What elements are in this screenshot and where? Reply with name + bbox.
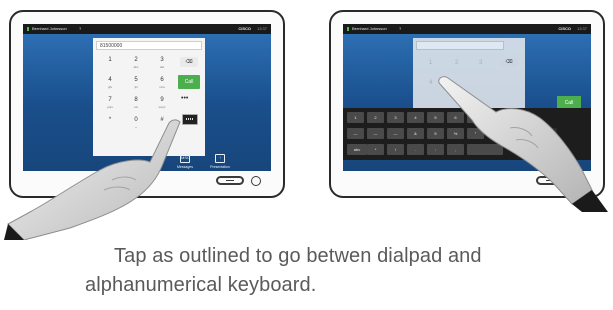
number-input-field[interactable] xyxy=(416,41,504,50)
pointing-hand-right-illustration xyxy=(438,76,608,212)
backspace-button[interactable]: ⌫ xyxy=(180,57,198,67)
key-digit: 4 xyxy=(108,77,112,83)
brand-logo: CISCO xyxy=(238,26,251,31)
backspace-button[interactable]: ⌫ xyxy=(500,57,518,67)
key-letters: jkl xyxy=(134,85,138,89)
key-digit: 3 xyxy=(160,57,164,63)
power-button[interactable] xyxy=(251,176,261,186)
key-digit: 6 xyxy=(160,77,164,83)
presentation-label: Presentation xyxy=(210,165,230,169)
caption-line-2: alphanumerical keyboard. xyxy=(85,274,317,296)
help-icon[interactable]: ? xyxy=(399,24,401,34)
key-letters: abc xyxy=(133,65,139,69)
caption-line-1: Tap as outlined to go betwen dialpad and xyxy=(114,245,482,267)
faint-key: 3 xyxy=(479,60,483,66)
clock: 13:37 xyxy=(256,26,267,31)
key-digit: 1 xyxy=(108,57,112,63)
keyboard-key[interactable]: 2 xyxy=(367,112,384,123)
brand-logo: CISCO xyxy=(558,26,571,31)
dialpad-key[interactable]: 6 mno xyxy=(149,76,175,94)
user-name[interactable]: Bernhard Johnsson xyxy=(32,24,67,34)
keyboard-key[interactable]: . xyxy=(407,144,424,155)
keyboard-key[interactable]: / xyxy=(387,144,404,155)
keyboard-key[interactable]: 3 xyxy=(387,112,404,123)
help-icon[interactable]: ? xyxy=(79,24,81,34)
presence-indicator xyxy=(347,27,349,31)
top-status-bar: Bernhard Johnsson ? CISCO 13:37 xyxy=(343,24,591,34)
keyboard-key[interactable]: — xyxy=(347,128,364,139)
keyboard-key[interactable]: — xyxy=(367,128,384,139)
key-digit: 5 xyxy=(134,77,138,83)
dialpad-key[interactable]: 5 jkl xyxy=(123,76,149,94)
call-button[interactable]: Call xyxy=(178,75,200,89)
keyboard-key[interactable]: & xyxy=(407,128,424,139)
key-letters: def xyxy=(159,65,165,69)
number-input-field[interactable]: 81500000 xyxy=(96,41,202,50)
keyboard-key[interactable]: 4 xyxy=(407,112,424,123)
dialpad-key[interactable]: 3 def xyxy=(149,56,175,74)
key-letters: ghi xyxy=(107,85,112,89)
keyboard-key[interactable]: 1 xyxy=(347,112,364,123)
keyboard-key[interactable]: — xyxy=(387,128,404,139)
faint-key: 1 xyxy=(429,60,433,66)
key-digit: 2 xyxy=(134,57,138,63)
dialpad-key[interactable]: 4 ghi xyxy=(97,76,123,94)
dialpad-key[interactable]: 1 xyxy=(97,56,123,74)
clock: 13:37 xyxy=(576,26,587,31)
top-status-bar: Bernhard Johnsson ? CISCO 13:37 xyxy=(23,24,271,34)
upload-icon: ↑ xyxy=(215,154,225,163)
key-letters: mno xyxy=(159,85,165,89)
keyboard-key[interactable]: * xyxy=(367,144,384,155)
presence-indicator xyxy=(27,27,29,31)
pointing-hand-left-illustration xyxy=(4,119,181,240)
dialpad-key[interactable]: 2 abc xyxy=(123,56,149,74)
faint-key: 2 xyxy=(455,60,459,66)
home-button[interactable] xyxy=(216,176,244,185)
keyboard-key[interactable]: abc xyxy=(347,144,367,155)
user-name[interactable]: Bernhard Johnsson xyxy=(352,24,387,34)
